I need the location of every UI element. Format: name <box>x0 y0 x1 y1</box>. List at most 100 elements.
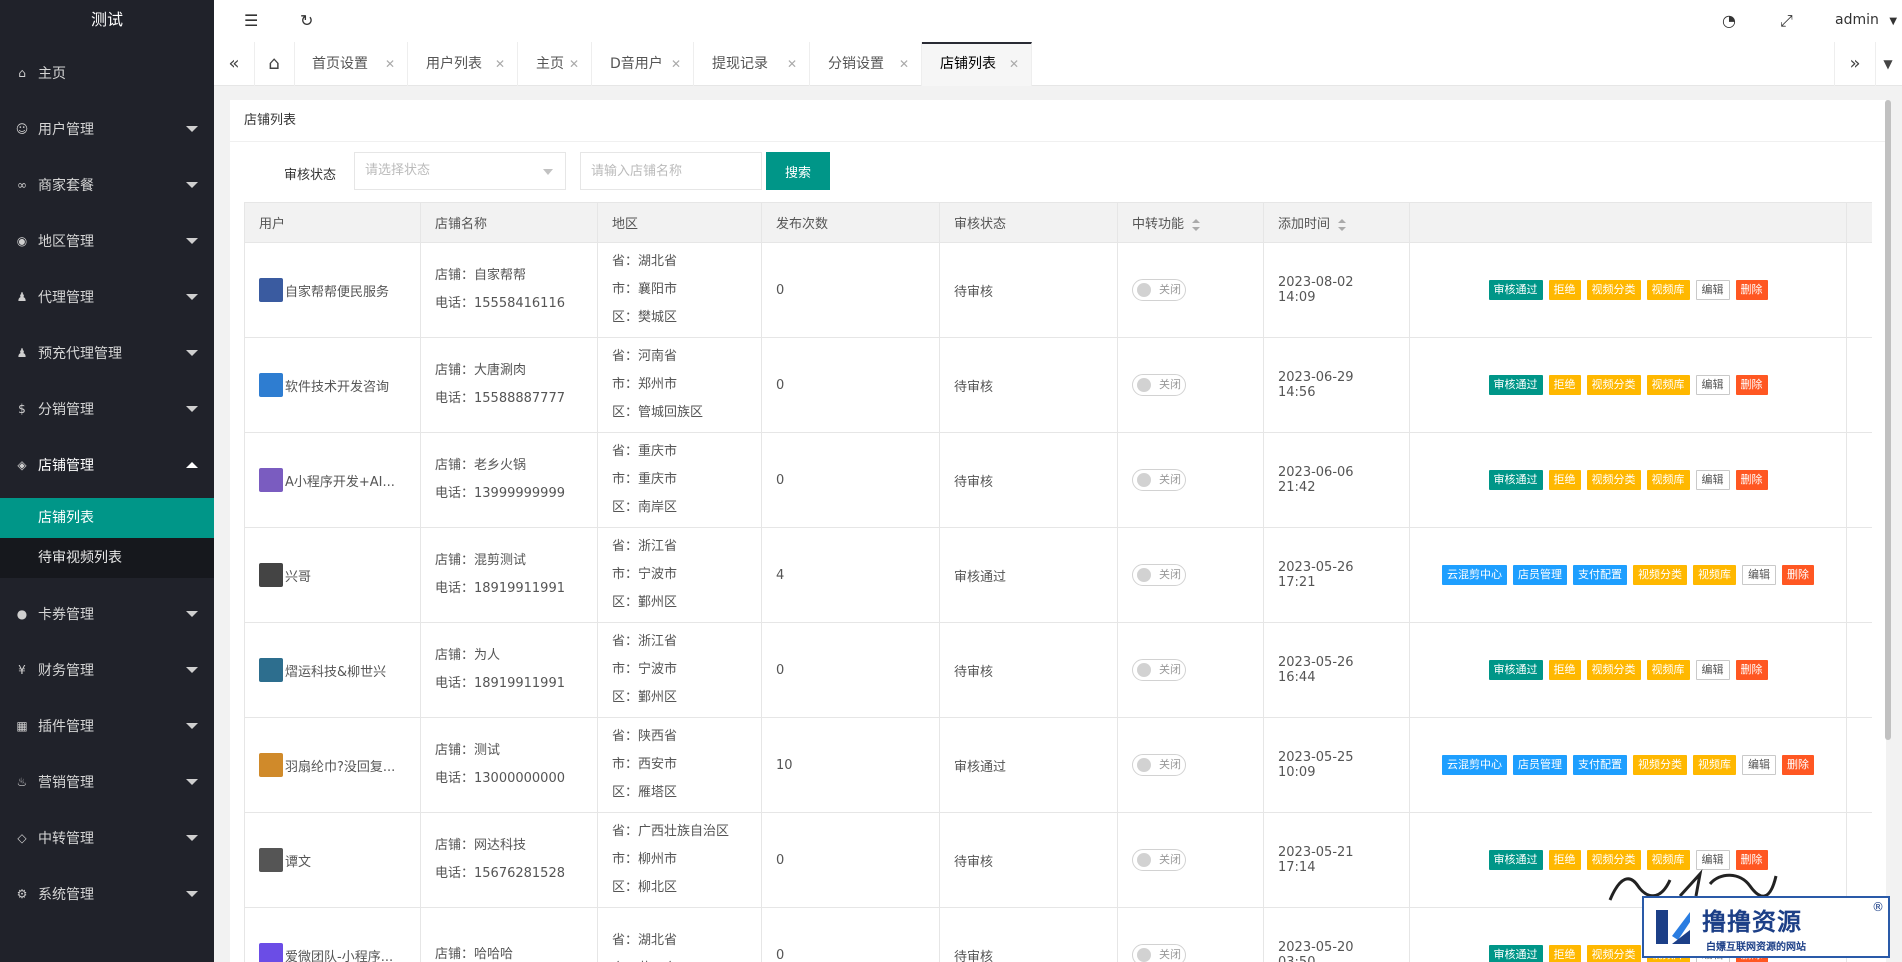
tab-3[interactable]: D音用户 ✕ <box>592 42 694 86</box>
close-icon[interactable]: ✕ <box>1009 44 1019 84</box>
op-button-0[interactable]: 审核通过 <box>1488 280 1543 300</box>
transfer-toggle[interactable]: 关闭 <box>1132 659 1186 681</box>
close-icon[interactable]: ✕ <box>385 42 395 86</box>
tab-2[interactable]: 主页 ✕ <box>518 42 592 86</box>
close-icon[interactable]: ✕ <box>671 42 681 86</box>
sidebar-item-12[interactable]: ◇ 中转管理 <box>0 810 214 866</box>
op-button-0[interactable]: 云混剪中心 <box>1442 565 1507 585</box>
home-tab-icon[interactable]: ⌂ <box>254 42 295 86</box>
op-button-0[interactable]: 审核通过 <box>1488 945 1543 962</box>
op-button-4[interactable]: 编辑 <box>1695 660 1730 680</box>
tab-6[interactable]: 店铺列表 ✕ <box>922 42 1032 86</box>
op-button-1[interactable]: 拒绝 <box>1548 280 1581 300</box>
op-button-0[interactable]: 审核通过 <box>1488 375 1543 395</box>
cell-gutter <box>1846 812 1872 908</box>
op-button-6[interactable]: 删除 <box>1782 755 1814 775</box>
close-icon[interactable]: ✕ <box>495 42 505 86</box>
sidebar-item-11[interactable]: ♨ 营销管理 <box>0 754 214 810</box>
op-button-2[interactable]: 支付配置 <box>1573 565 1627 585</box>
op-button-3[interactable]: 视频分类 <box>1633 565 1687 585</box>
op-button-2[interactable]: 视频分类 <box>1586 280 1641 300</box>
user-menu[interactable]: admin ▼ <box>1835 12 1897 28</box>
op-button-0[interactable]: 审核通过 <box>1488 470 1543 490</box>
op-button-1[interactable]: 店员管理 <box>1513 755 1567 775</box>
sidebar-item-7[interactable]: ◈ 店铺管理 <box>0 437 214 493</box>
op-button-5[interactable]: 编辑 <box>1742 565 1776 585</box>
sidebar-item-10[interactable]: ▦ 插件管理 <box>0 698 214 754</box>
transfer-toggle[interactable]: 关闭 <box>1132 469 1186 491</box>
op-button-4[interactable]: 视频库 <box>1693 755 1736 775</box>
sidebar-item-5[interactable]: ♟ 预充代理管理 <box>0 325 214 381</box>
op-button-3[interactable]: 视频库 <box>1646 280 1690 300</box>
op-button-1[interactable]: 拒绝 <box>1548 660 1581 680</box>
theme-icon[interactable]: ◔ <box>1722 11 1736 30</box>
op-button-2[interactable]: 视频分类 <box>1586 660 1641 680</box>
tab-4[interactable]: 提现记录 ✕ <box>694 42 810 86</box>
close-icon[interactable]: ✕ <box>787 42 797 86</box>
op-button-1[interactable]: 拒绝 <box>1548 375 1581 395</box>
op-button-4[interactable]: 编辑 <box>1695 470 1730 490</box>
op-button-5[interactable]: 删除 <box>1735 280 1768 300</box>
sidebar-subitem-0[interactable]: 店铺列表 <box>0 498 214 538</box>
transfer-toggle[interactable]: 关闭 <box>1132 279 1186 301</box>
op-button-3[interactable]: 视频库 <box>1646 470 1690 490</box>
op-button-3[interactable]: 视频库 <box>1646 660 1690 680</box>
page-scrollbar[interactable] <box>1885 100 1891 740</box>
sidebar-item-6[interactable]: $ 分销管理 <box>0 381 214 437</box>
search-button[interactable]: 搜索 <box>766 152 830 190</box>
transfer-toggle[interactable]: 关闭 <box>1132 944 1186 962</box>
op-button-0[interactable]: 云混剪中心 <box>1442 755 1507 775</box>
op-button-5[interactable]: 删除 <box>1735 660 1768 680</box>
transfer-toggle[interactable]: 关闭 <box>1132 564 1186 586</box>
transfer-toggle[interactable]: 关闭 <box>1132 754 1186 776</box>
op-button-3[interactable]: 视频分类 <box>1633 755 1687 775</box>
op-button-5[interactable]: 编辑 <box>1742 755 1776 775</box>
op-button-0[interactable]: 审核通过 <box>1488 660 1543 680</box>
op-button-5[interactable]: 删除 <box>1735 375 1768 395</box>
op-button-2[interactable]: 视频分类 <box>1586 945 1641 962</box>
op-button-4[interactable]: 编辑 <box>1695 280 1730 300</box>
sidebar-item-0[interactable]: ⌂ 主页 <box>0 45 214 101</box>
sidebar-item-13[interactable]: ⚙ 系统管理 <box>0 866 214 922</box>
op-button-1[interactable]: 拒绝 <box>1548 945 1581 962</box>
sort-icon[interactable] <box>1192 218 1201 231</box>
transfer-toggle[interactable]: 关闭 <box>1132 849 1186 871</box>
op-button-1[interactable]: 拒绝 <box>1548 850 1581 870</box>
op-button-4[interactable]: 视频库 <box>1693 565 1736 585</box>
tab-5[interactable]: 分销设置 ✕ <box>810 42 922 86</box>
sort-icon[interactable] <box>1338 218 1347 231</box>
sidebar-subitem-1[interactable]: 待审视频列表 <box>0 538 214 578</box>
sidebar-item-9[interactable]: ¥ 财务管理 <box>0 642 214 698</box>
fullscreen-icon[interactable]: ⤢ <box>1780 11 1793 31</box>
op-button-2[interactable]: 视频分类 <box>1586 470 1641 490</box>
op-button-0[interactable]: 审核通过 <box>1488 850 1543 870</box>
op-button-5[interactable]: 删除 <box>1735 470 1768 490</box>
shop-name-input[interactable] <box>580 152 762 190</box>
col-transfer[interactable]: 中转功能 <box>1117 202 1264 243</box>
page-title: 店铺列表 <box>230 100 1886 142</box>
tabs-menu-chevron-icon[interactable]: ▼ <box>1874 42 1902 86</box>
status-select[interactable]: 请选择状态 <box>354 152 566 190</box>
tab-1[interactable]: 用户列表 ✕ <box>408 42 518 86</box>
op-button-1[interactable]: 拒绝 <box>1548 470 1581 490</box>
close-icon[interactable]: ✕ <box>899 42 909 86</box>
sidebar-item-1[interactable]: ☺ 用户管理 <box>0 101 214 157</box>
tab-0[interactable]: 首页设置 ✕ <box>294 42 408 86</box>
refresh-icon[interactable]: ↻ <box>300 11 313 30</box>
op-button-3[interactable]: 视频库 <box>1646 375 1690 395</box>
sidebar-item-3[interactable]: ◉ 地区管理 <box>0 213 214 269</box>
transfer-toggle[interactable]: 关闭 <box>1132 374 1186 396</box>
op-button-2[interactable]: 支付配置 <box>1573 755 1627 775</box>
tabs-scroll-right-icon[interactable]: » <box>1834 42 1876 86</box>
sidebar-item-8[interactable]: ● 卡券管理 <box>0 586 214 642</box>
op-button-6[interactable]: 删除 <box>1782 565 1814 585</box>
tabs-scroll-left-icon[interactable]: « <box>214 42 255 86</box>
op-button-4[interactable]: 编辑 <box>1695 375 1730 395</box>
menu-toggle-icon[interactable]: ☰ <box>244 11 258 30</box>
sidebar-item-2[interactable]: ∞ 商家套餐 <box>0 157 214 213</box>
op-button-1[interactable]: 店员管理 <box>1513 565 1567 585</box>
sidebar-item-4[interactable]: ♟ 代理管理 <box>0 269 214 325</box>
close-icon[interactable]: ✕ <box>569 42 579 86</box>
op-button-2[interactable]: 视频分类 <box>1586 375 1641 395</box>
col-time[interactable]: 添加时间 <box>1263 202 1410 243</box>
